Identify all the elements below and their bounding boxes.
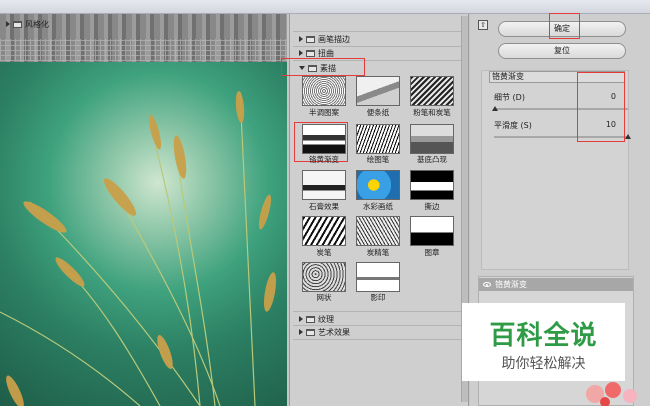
filter-thumb-chalk-charcoal[interactable] bbox=[410, 76, 454, 106]
folder-icon bbox=[13, 20, 22, 28]
preview-transparency-grid bbox=[0, 39, 287, 61]
image-preview[interactable] bbox=[0, 14, 287, 406]
folder-icon bbox=[306, 328, 315, 336]
category-texture[interactable]: 纹理 bbox=[299, 313, 334, 325]
filter-label: 图章 bbox=[424, 248, 440, 257]
highlight-ok-button bbox=[549, 13, 580, 39]
detail-label: 细节 (D) bbox=[494, 93, 525, 102]
expand-triangle-icon bbox=[299, 36, 303, 42]
category-artistic[interactable]: 艺术效果 bbox=[299, 326, 350, 338]
filter-thumb-reticulation[interactable] bbox=[302, 262, 346, 292]
filter-thumb-charcoal[interactable] bbox=[302, 216, 346, 246]
folder-icon bbox=[306, 35, 315, 43]
filter-label: 绘图笔 bbox=[366, 155, 390, 164]
filter-label: 便条纸 bbox=[366, 108, 390, 117]
filter-label: 影印 bbox=[370, 293, 386, 302]
filter-thumb-note-paper[interactable] bbox=[356, 76, 400, 106]
flower-decoration bbox=[586, 382, 637, 406]
filter-label: 网状 bbox=[316, 293, 332, 302]
filter-thumb-halftone[interactable] bbox=[302, 76, 346, 106]
divider bbox=[293, 339, 463, 340]
expand-triangle-icon bbox=[299, 329, 303, 335]
divider bbox=[293, 311, 463, 312]
filter-thumb-stamp[interactable] bbox=[410, 216, 454, 246]
filter-thumb-graphic-pen[interactable] bbox=[356, 124, 400, 154]
filter-label: 水彩画纸 bbox=[363, 202, 393, 211]
filter-label: 粉笔和炭笔 bbox=[413, 108, 451, 117]
folder-icon bbox=[306, 49, 315, 57]
filter-thumb-photocopy[interactable] bbox=[356, 262, 400, 292]
expand-triangle-icon bbox=[299, 316, 303, 322]
category-brush-strokes[interactable]: 画笔描边 bbox=[299, 33, 350, 45]
watermark-subtitle: 助你轻松解决 bbox=[501, 356, 586, 372]
grass-illustration bbox=[0, 91, 277, 406]
title-bar bbox=[0, 0, 650, 14]
eye-icon[interactable] bbox=[483, 282, 491, 287]
filter-label: 炭笔 bbox=[316, 248, 332, 257]
effect-layer-row[interactable]: 铬黄渐变 bbox=[479, 278, 633, 291]
detail-slider-thumb[interactable] bbox=[492, 106, 498, 111]
filter-label: 基底凸现 bbox=[417, 155, 447, 164]
filter-thumb-plaster[interactable] bbox=[302, 170, 346, 200]
filter-label: 铬黄渐变 bbox=[309, 155, 339, 164]
preview-photo bbox=[0, 62, 287, 406]
filter-thumb-water-paper[interactable] bbox=[356, 170, 400, 200]
smoothness-label: 平滑度 (S) bbox=[494, 121, 532, 130]
expand-triangle-icon bbox=[299, 50, 303, 56]
watermark-logo: 百科全说 助你轻松解决 bbox=[462, 303, 625, 381]
folder-icon bbox=[306, 315, 315, 323]
expand-triangle-icon bbox=[6, 21, 10, 27]
reset-button[interactable]: 复位 bbox=[498, 43, 626, 59]
filter-label: 石膏效果 bbox=[309, 202, 339, 211]
watermark-title: 百科全说 bbox=[489, 321, 598, 351]
filter-label: 撕边 bbox=[424, 202, 440, 211]
highlight-sketch-category bbox=[281, 58, 365, 76]
filter-thumb-torn-edges[interactable] bbox=[410, 170, 454, 200]
filter-label: 炭精笔 bbox=[366, 248, 390, 257]
smoothness-slider-thumb[interactable] bbox=[625, 134, 631, 139]
filter-thumb-conte-crayon[interactable] bbox=[356, 216, 400, 246]
category-stylize[interactable]: 风格化 bbox=[6, 18, 49, 30]
divider bbox=[293, 31, 463, 32]
highlight-settings-values bbox=[577, 72, 625, 142]
filter-thumb-bas-relief[interactable] bbox=[410, 124, 454, 154]
filter-label: 半调图案 bbox=[309, 108, 339, 117]
collapse-gallery-icon[interactable]: ⇧ bbox=[478, 20, 488, 30]
